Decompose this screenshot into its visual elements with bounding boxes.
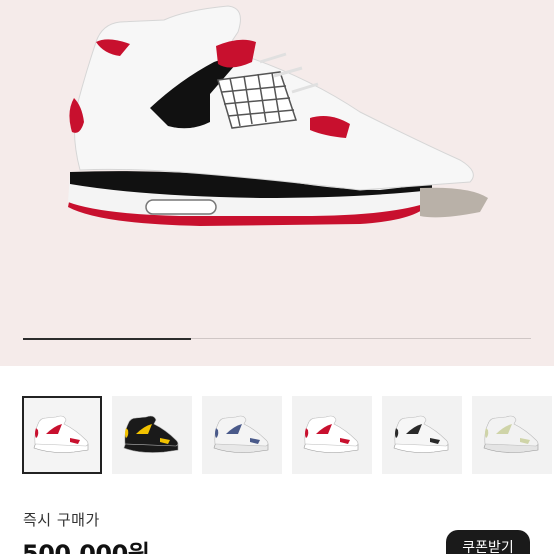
thumbnail-neon[interactable]: [472, 396, 552, 474]
thumbnail-sneaker-image: [33, 415, 89, 453]
thumbnail-thunder[interactable]: [112, 396, 192, 474]
thumbnail-sneaker-image: [393, 415, 449, 453]
price-value: 500,000원: [22, 540, 150, 554]
product-image-carousel[interactable]: [0, 0, 554, 366]
thumbnail-sneaker-image: [213, 415, 269, 453]
coupon-button[interactable]: 쿠폰받기: [446, 530, 530, 554]
carousel-progress-fill: [23, 337, 191, 340]
instant-buy-label: 즉시 구매가: [23, 511, 100, 529]
thumbnail-sneaker-image: [303, 415, 359, 453]
thumbnail-military-black[interactable]: [382, 396, 462, 474]
thumbnail-white-cement[interactable]: [202, 396, 282, 474]
thumbnail-sneaker-image: [483, 415, 539, 453]
thumbnail-fire-red[interactable]: [22, 396, 102, 474]
sneaker-product-image: [68, 5, 488, 226]
thumbnail-sneaker-image: [123, 415, 179, 453]
carousel-progress-track: [23, 337, 531, 340]
thumbnail-red-cement[interactable]: [292, 396, 372, 474]
thumbnail-strip: [22, 396, 554, 476]
